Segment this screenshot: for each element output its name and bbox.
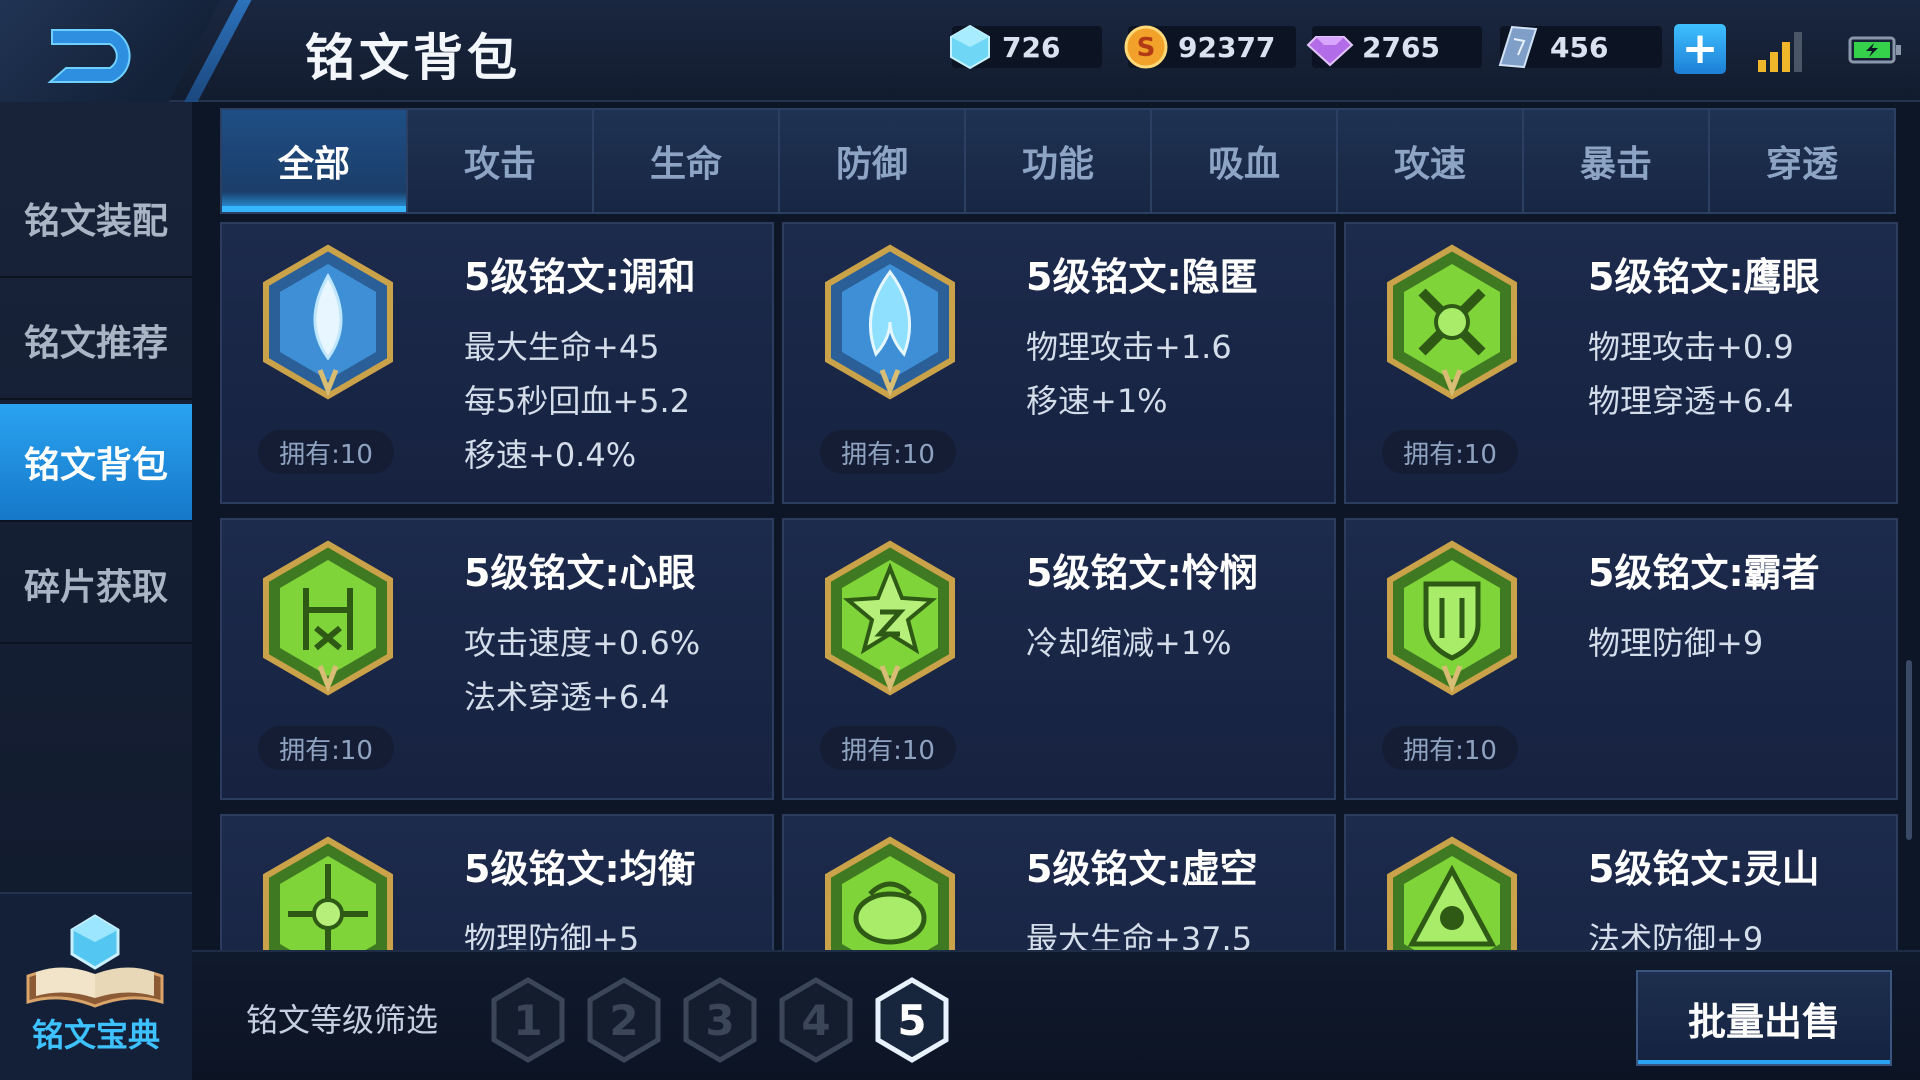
owned-count: 拥有:10 [1382, 430, 1518, 474]
rune-stat: 法术穿透+6.4 [464, 678, 670, 716]
rune-name: 5级铭文:霸者 [1588, 551, 1820, 595]
rune-stat: 最大生命+37.5 [1026, 920, 1253, 950]
tab-health[interactable]: 生命 [594, 110, 780, 212]
rune-name: 5级铭文:虚空 [1026, 847, 1258, 891]
rune-name: 5级铭文:怜悯 [1026, 551, 1258, 595]
currency-crystal: 456 [1498, 25, 1662, 69]
level-filter-3[interactable]: 3 [680, 976, 760, 1064]
owned-count: 拥有:10 [1382, 726, 1518, 770]
sidebar-item-recommend[interactable]: 铭文推荐 [0, 282, 192, 400]
level-filter-4[interactable]: 4 [776, 976, 856, 1064]
signal-icon [1758, 32, 1802, 72]
owned-count: 拥有:10 [258, 726, 394, 770]
rune-card[interactable]: 拥有:10 5级铭文:调和 最大生命+45 每5秒回血+5.2 移速+0.4% [220, 222, 774, 504]
eye-rune-icon [263, 540, 393, 696]
rune-stat: 物理防御+9 [1588, 624, 1764, 662]
rune-name: 5级铭文:均衡 [464, 847, 696, 891]
rune-name: 5级铭文:心眼 [464, 551, 696, 595]
void-rune-icon [825, 836, 955, 950]
tab-crit[interactable]: 暴击 [1524, 110, 1710, 212]
shield-rune-icon [1387, 540, 1517, 696]
rune-card[interactable]: 拥有:10 5级铭文:心眼 攻击速度+0.6% 法术穿透+6.4 [220, 518, 774, 800]
back-arrow-icon [47, 29, 131, 83]
cross-rune-icon [1387, 244, 1517, 400]
currency-diamond: 726 [950, 24, 1102, 70]
page-title: 铭文背包 [305, 29, 521, 87]
rune-grid: 拥有:10 5级铭文:调和 最大生命+45 每5秒回血+5.2 移速+0.4% … [220, 222, 1900, 950]
rune-card[interactable]: 5级铭文:灵山 法术防御+9 [1344, 814, 1898, 950]
level-filter-2[interactable]: 2 [584, 976, 664, 1064]
rune-stat: 冷却缩减+1% [1026, 624, 1232, 662]
flame-rune-icon [825, 244, 955, 400]
rune-card[interactable]: 拥有:10 5级铭文:隐匿 物理攻击+1.6 移速+1% [782, 222, 1336, 504]
level-filter-label: 铭文等级筛选 [246, 1001, 439, 1039]
sidebar-item-backpack[interactable]: 铭文背包 [0, 404, 192, 522]
rune-stat: 移速+1% [1026, 382, 1168, 420]
rune-stat: 最大生命+45 [464, 328, 660, 366]
codex-label: 铭文宝典 [31, 1016, 160, 1054]
sidebar-item-fragments[interactable]: 碎片获取 [0, 526, 192, 644]
rune-card[interactable]: 拥有:10 5级铭文:鹰眼 物理攻击+0.9 物理穿透+6.4 [1344, 222, 1898, 504]
currency-value: 456 [1550, 30, 1609, 64]
sidebar-item-label: 铭文装配 [23, 201, 168, 242]
tab-all[interactable]: 全部 [222, 110, 408, 212]
rune-card[interactable]: 拥有:10 5级铭文:怜悯 冷却缩减+1% [782, 518, 1336, 800]
currency-value: 2765 [1362, 30, 1440, 64]
currency-gold: S 92377 [1124, 25, 1296, 69]
currency-gem: 2765 [1306, 26, 1482, 68]
crystal-icon [1498, 25, 1538, 69]
purple-gem-icon [1306, 36, 1354, 67]
tab-attack[interactable]: 攻击 [408, 110, 594, 212]
book-crystal-icon [26, 914, 164, 1008]
category-tabs: 全部 攻击 生命 防御 功能 吸血 攻速 暴击 穿透 [220, 108, 1896, 214]
batch-sell-button[interactable]: 批量出售 [1636, 970, 1892, 1066]
rune-name: 5级铭文:调和 [464, 255, 696, 299]
level-filter-5[interactable]: 5 [872, 976, 952, 1064]
sidebar-item-label: 碎片获取 [23, 567, 168, 608]
sidebar-item-label: 铭文推荐 [23, 323, 168, 364]
rune-name: 5级铭文:灵山 [1588, 847, 1820, 891]
rune-stat: 法术防御+9 [1588, 920, 1764, 950]
rune-card[interactable]: 5级铭文:虚空 最大生命+37.5 [782, 814, 1336, 950]
rune-name: 5级铭文:鹰眼 [1588, 255, 1820, 299]
tab-utility[interactable]: 功能 [966, 110, 1152, 212]
owned-count: 拥有:10 [258, 430, 394, 474]
rune-stat: 物理穿透+6.4 [1588, 382, 1794, 420]
rune-stat: 物理攻击+1.6 [1026, 328, 1232, 366]
level-filter-1[interactable]: 1 [488, 976, 568, 1064]
tab-defense[interactable]: 防御 [780, 110, 966, 212]
grid-scrollbar[interactable] [1906, 660, 1912, 840]
sidebar-item-equip[interactable]: 铭文装配 [0, 160, 192, 278]
rune-stat: 攻击速度+0.6% [464, 624, 701, 662]
balance-rune-icon [263, 836, 393, 950]
currency-value: 92377 [1178, 30, 1276, 64]
tab-lifesteal[interactable]: 吸血 [1152, 110, 1338, 212]
sidebar-item-label: 铭文背包 [23, 445, 168, 486]
svg-text:S: S [1137, 33, 1156, 63]
rune-stat: 每5秒回血+5.2 [464, 382, 691, 420]
rune-name: 5级铭文:隐匿 [1026, 255, 1258, 299]
rune-stat: 物理防御+5 [464, 920, 640, 950]
rune-stat: 物理攻击+0.9 [1588, 328, 1794, 366]
currency-value: 726 [1002, 30, 1061, 64]
rune-card[interactable]: 拥有:10 5级铭文:霸者 物理防御+9 [1344, 518, 1898, 800]
battery-icon [1848, 36, 1901, 64]
rune-stat: 移速+0.4% [464, 436, 637, 474]
rune-card[interactable]: 5级铭文:均衡 物理防御+5 [220, 814, 774, 950]
drop-rune-icon [263, 244, 393, 400]
tab-attack-speed[interactable]: 攻速 [1338, 110, 1524, 212]
tab-penetration[interactable]: 穿透 [1710, 110, 1894, 212]
gold-coin-icon: S [1124, 25, 1168, 69]
star-rune-icon [825, 540, 955, 696]
mountain-rune-icon [1387, 836, 1517, 950]
add-currency-button[interactable]: + [1674, 24, 1726, 74]
diamond-icon [950, 24, 990, 70]
owned-count: 拥有:10 [820, 430, 956, 474]
owned-count: 拥有:10 [820, 726, 956, 770]
